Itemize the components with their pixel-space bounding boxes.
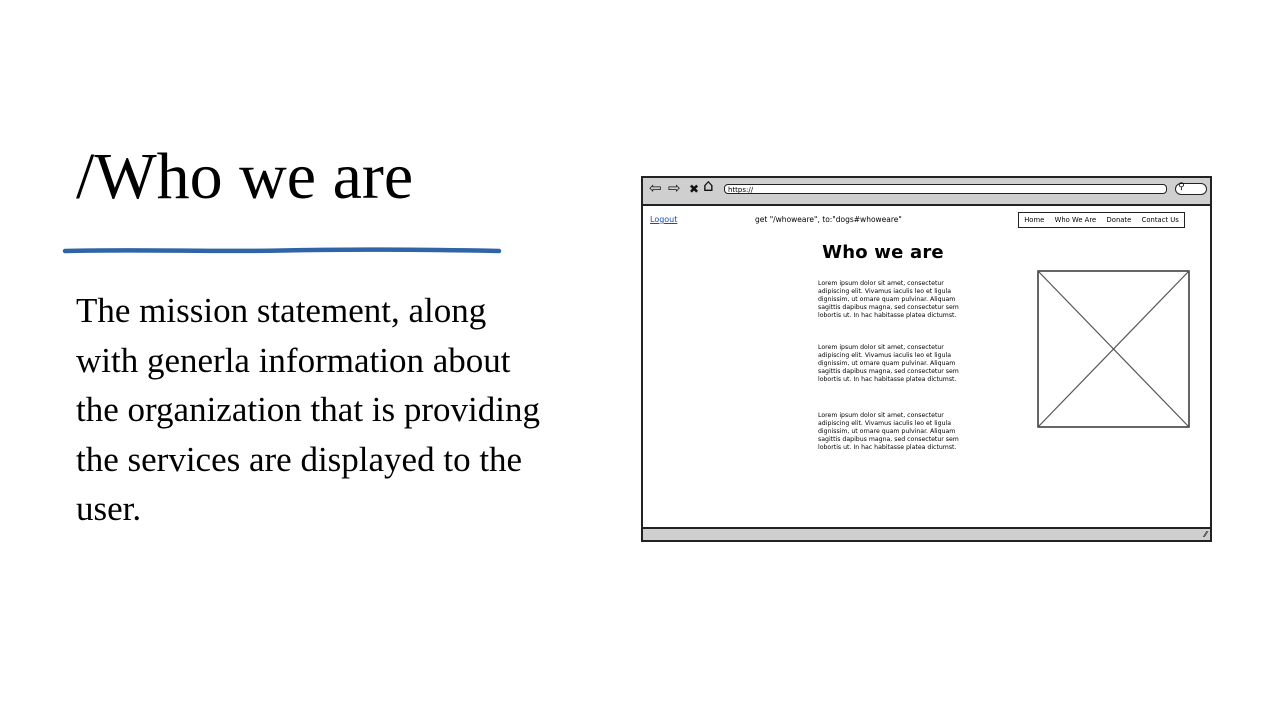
nav-item-donate[interactable]: Donate <box>1107 216 1132 224</box>
browser-search-button[interactable]: ⚲ <box>1175 182 1207 195</box>
paragraph-2: Lorem ipsum dolor sit amet, consectetur … <box>818 344 959 384</box>
slide-title: /Who we are <box>76 140 414 213</box>
home-icon[interactable]: ⌂ <box>703 178 714 195</box>
browser-toolbar: ⇦ ⇨ ✖ ⌂ https:// ⚲ <box>643 178 1210 206</box>
paragraph-1: Lorem ipsum dolor sit amet, consectetur … <box>818 280 959 320</box>
nav-item-who-we-are[interactable]: Who We Are <box>1055 216 1097 224</box>
nav-item-contact-us[interactable]: Contact Us <box>1142 216 1179 224</box>
wireframe-page-heading: Who we are <box>822 242 944 263</box>
slide-body-text: The mission statement, along with generl… <box>76 291 540 528</box>
route-annotation: get "/whoweare", to:"dogs#whoweare" <box>755 215 902 224</box>
resize-grip-icon[interactable]: ⁄⁄ <box>1204 530 1207 540</box>
paragraph-3: Lorem ipsum dolor sit amet, consectetur … <box>818 412 959 452</box>
back-arrow-icon[interactable]: ⇦ <box>649 180 662 196</box>
image-placeholder-icon <box>1037 270 1190 428</box>
address-bar[interactable]: https:// <box>724 184 1167 194</box>
logout-link[interactable]: Logout <box>650 215 677 224</box>
nav-item-home[interactable]: Home <box>1024 216 1044 224</box>
forward-arrow-icon[interactable]: ⇨ <box>668 180 681 196</box>
browser-wireframe: ⇦ ⇨ ✖ ⌂ https:// ⚲ Logout get "/whoweare… <box>641 176 1212 542</box>
close-icon[interactable]: ✖ <box>689 181 699 197</box>
title-underline <box>62 247 502 254</box>
search-icon: ⚲ <box>1178 182 1185 192</box>
browser-statusbar: ⁄⁄ <box>643 527 1210 540</box>
nav-menu: Home Who We Are Donate Contact Us <box>1018 212 1185 228</box>
